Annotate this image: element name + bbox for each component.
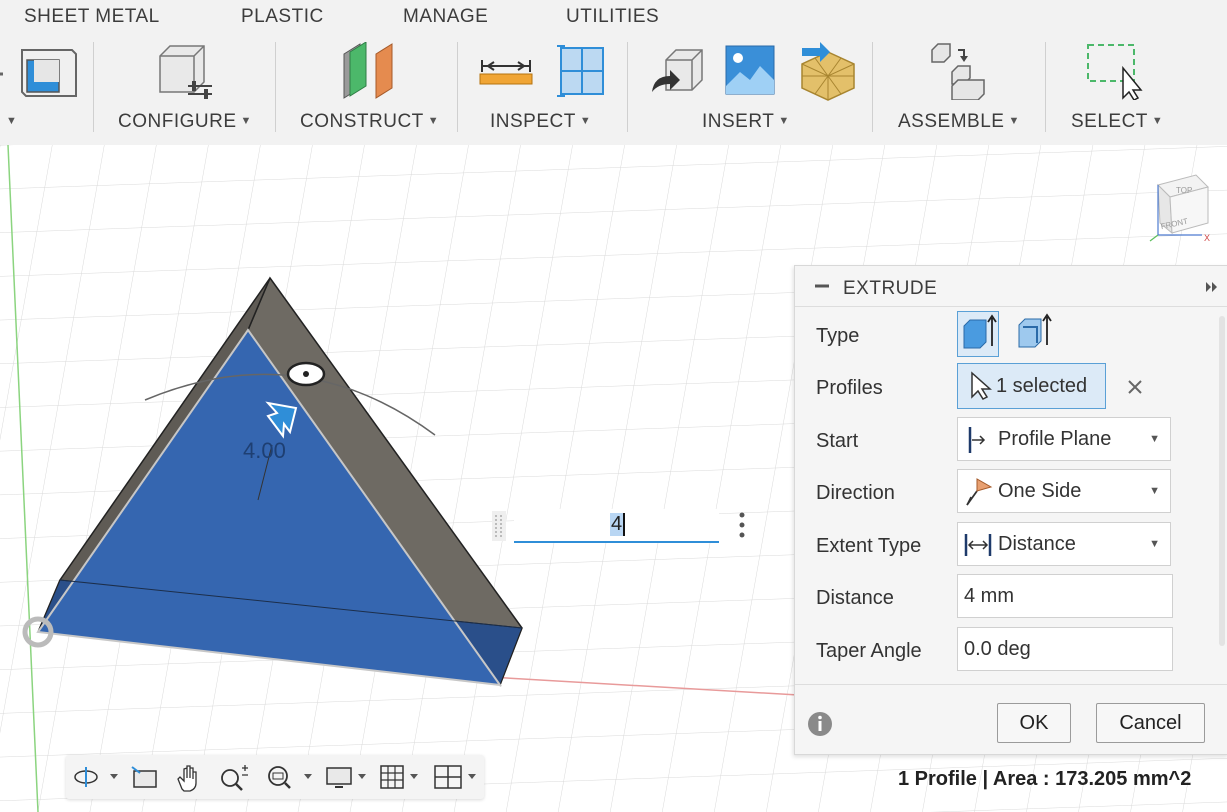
fit-zoom-icon[interactable]	[264, 763, 318, 791]
separator	[627, 42, 628, 132]
extent-type-value: Distance	[998, 533, 1076, 555]
grid-settings-icon[interactable]	[378, 763, 428, 791]
handle-dot	[303, 371, 309, 377]
viewports-icon[interactable]	[432, 763, 482, 791]
pan-hand-icon[interactable]	[172, 763, 204, 793]
assemble-menu[interactable]: ASSEMBLE ▼	[898, 111, 1020, 133]
type-solid-button[interactable]	[957, 311, 999, 357]
dialog-title: EXTRUDE	[843, 278, 938, 299]
start-dropdown[interactable]: Profile Plane ▼	[957, 417, 1171, 461]
distance-field[interactable]: 4 mm	[957, 574, 1173, 618]
construct-menu[interactable]: CONSTRUCT ▼	[300, 111, 439, 133]
separator	[872, 42, 873, 132]
distance-value: 4 mm	[964, 585, 1014, 607]
expand-arrows-icon[interactable]	[1204, 280, 1220, 296]
profiles-selection-button[interactable]: 1 selected	[957, 363, 1106, 409]
profiles-label: Profiles	[816, 377, 883, 399]
direction-label: Direction	[816, 482, 895, 504]
chevron-down-icon: ▼	[1149, 433, 1160, 445]
direction-value: One Side	[998, 480, 1082, 502]
group-dropdown-caret[interactable]: ▼	[2, 111, 17, 133]
profile-plane-icon	[968, 427, 986, 453]
tab-utilities[interactable]: UTILITIES	[566, 6, 659, 28]
insert-menu[interactable]: INSERT ▼	[702, 111, 790, 133]
thin-extrude-icon	[1018, 313, 1052, 348]
create-form-icon[interactable]	[0, 40, 80, 102]
ok-button[interactable]: OK	[997, 703, 1071, 743]
collapse-icon[interactable]	[813, 278, 833, 298]
dimension-label: 4.00	[243, 438, 286, 463]
view-cube-x-axis: X	[1204, 233, 1210, 243]
separator	[275, 42, 276, 132]
insert-derive-icon[interactable]	[646, 46, 704, 98]
configure-icon[interactable]	[152, 42, 222, 102]
type-label: Type	[816, 325, 860, 347]
type-thin-button[interactable]	[1013, 311, 1053, 357]
extent-type-dropdown[interactable]: Distance ▼	[957, 522, 1171, 566]
display-settings-icon[interactable]	[324, 763, 374, 791]
section-analysis-icon[interactable]	[555, 44, 607, 98]
ribbon-toolbar: SHEET METAL PLASTIC MANAGE UTILITIES ▼ C…	[0, 0, 1227, 145]
canvas-image-icon[interactable]	[724, 44, 776, 96]
taper-angle-field[interactable]: 0.0 deg	[957, 627, 1173, 671]
look-at-icon[interactable]	[128, 763, 160, 791]
dialog-scrollbar[interactable]	[1219, 316, 1225, 646]
zoom-icon[interactable]	[218, 763, 254, 791]
taper-angle-label: Taper Angle	[816, 640, 922, 662]
tab-sheet-metal[interactable]: SHEET METAL	[24, 6, 160, 28]
direction-dropdown[interactable]: One Side ▼	[957, 469, 1171, 513]
cancel-button[interactable]: Cancel	[1096, 703, 1205, 743]
taper-angle-value: 0.0 deg	[964, 638, 1031, 660]
tab-manage[interactable]: MANAGE	[403, 6, 488, 28]
extent-type-label: Extent Type	[816, 535, 922, 557]
distance-label: Distance	[816, 587, 894, 609]
navigation-bar	[66, 755, 484, 799]
clear-selection-icon[interactable]	[1125, 377, 1145, 397]
extrude-dialog: EXTRUDE Type Profiles 1 selected Start P…	[794, 265, 1227, 755]
separator	[1045, 42, 1046, 132]
view-cube-top[interactable]: TOP	[1176, 186, 1192, 195]
distance-value-text: 4	[610, 513, 626, 536]
divider	[795, 684, 1227, 685]
assemble-icon[interactable]	[928, 42, 988, 100]
drag-grip-icon[interactable]	[490, 507, 510, 545]
tab-plastic[interactable]: PLASTIC	[241, 6, 324, 28]
measure-icon[interactable]	[478, 52, 534, 88]
status-text: 1 Profile | Area : 173.205 mm^2	[898, 768, 1192, 790]
select-menu[interactable]: SELECT ▼	[1071, 111, 1163, 133]
more-options-icon[interactable]	[732, 507, 752, 545]
solid-extrude-icon	[963, 314, 997, 349]
configure-menu[interactable]: CONFIGURE ▼	[118, 111, 252, 133]
select-window-icon[interactable]	[1085, 42, 1145, 100]
heads-up-distance-input[interactable]: 4	[490, 507, 762, 545]
chevron-down-icon: ▼	[1149, 485, 1160, 497]
chevron-down-icon: ▼	[1149, 538, 1160, 550]
construct-plane-icon[interactable]	[338, 42, 398, 102]
insert-mesh-icon[interactable]	[798, 40, 858, 102]
inspect-menu[interactable]: INSPECT ▼	[490, 111, 591, 133]
separator	[457, 42, 458, 132]
distance-value-field[interactable]: 4	[514, 509, 719, 543]
one-side-flag-icon	[966, 478, 993, 506]
orbit-icon[interactable]	[72, 763, 122, 791]
cursor-arrow-icon	[971, 371, 992, 400]
start-value: Profile Plane	[998, 428, 1112, 450]
separator	[93, 42, 94, 132]
profiles-value: 1 selected	[996, 375, 1088, 397]
dialog-header: EXTRUDE	[795, 266, 1227, 307]
start-label: Start	[816, 430, 859, 452]
info-icon[interactable]	[807, 711, 833, 737]
distance-extent-icon	[964, 534, 992, 556]
